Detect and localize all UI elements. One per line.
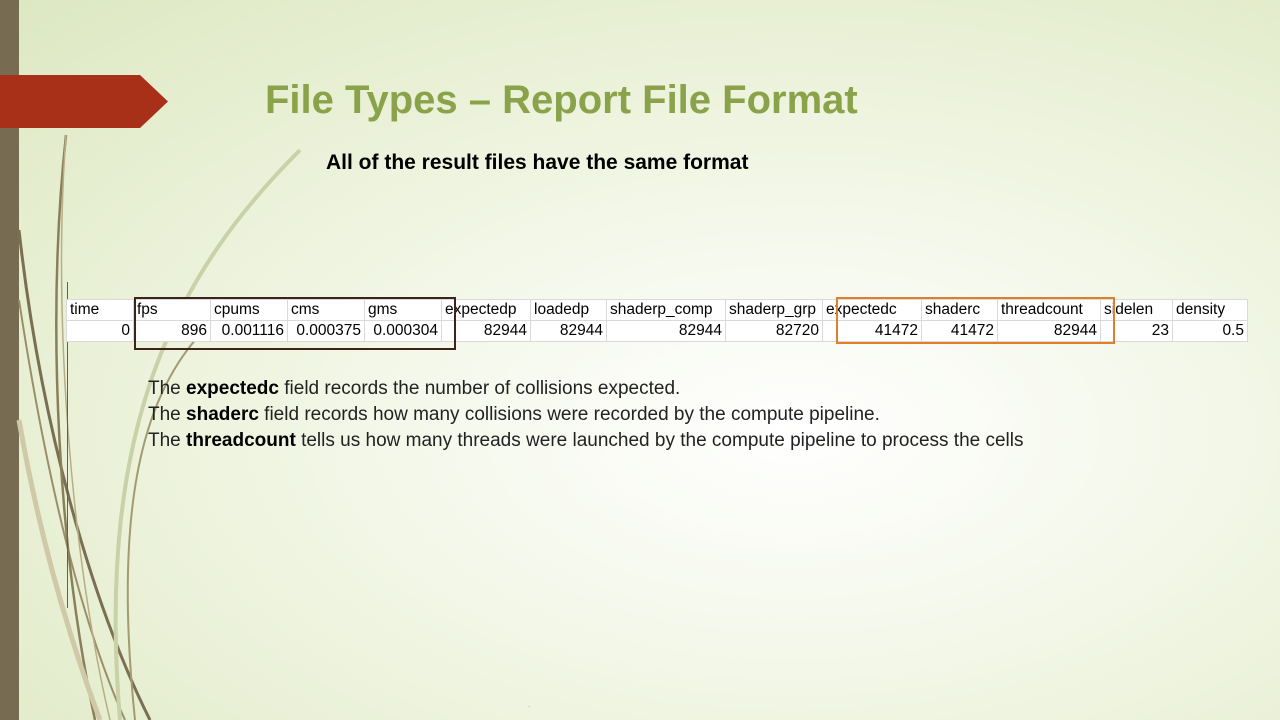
cell-density: 0.5 bbox=[1172, 320, 1248, 342]
header-density: density bbox=[1172, 299, 1248, 321]
field-name-shaderc: shaderc bbox=[186, 404, 259, 425]
collision-columns-highlight bbox=[836, 297, 1115, 344]
description-line-threadcount: The threadcount tells us how many thread… bbox=[148, 430, 1024, 451]
cell-shaderp-grp: 82720 bbox=[725, 320, 823, 342]
header-time: time bbox=[66, 299, 134, 321]
field-name-threadcount: threadcount bbox=[186, 430, 296, 451]
header-shaderp-grp: shaderp_grp bbox=[725, 299, 823, 321]
cell-loadedp: 82944 bbox=[530, 320, 607, 342]
slide-title: File Types – Report File Format bbox=[265, 78, 858, 122]
field-descriptions: The expectedc field records the number o… bbox=[148, 376, 1024, 454]
cell-time: 0 bbox=[66, 320, 134, 342]
header-loadedp: loadedp bbox=[530, 299, 607, 321]
slide-subtitle: All of the result files have the same fo… bbox=[326, 151, 749, 174]
field-name-expectedc: expectedc bbox=[186, 378, 279, 399]
description-line-expectedc: The expectedc field records the number o… bbox=[148, 378, 681, 399]
footer-mark: . bbox=[528, 700, 531, 709]
cell-shaderp-comp: 82944 bbox=[606, 320, 726, 342]
description-line-shaderc: The shaderc field records how many colli… bbox=[148, 404, 880, 425]
timing-columns-highlight bbox=[134, 297, 456, 350]
title-arrow-accent bbox=[0, 75, 168, 128]
header-shaderp-comp: shaderp_comp bbox=[606, 299, 726, 321]
